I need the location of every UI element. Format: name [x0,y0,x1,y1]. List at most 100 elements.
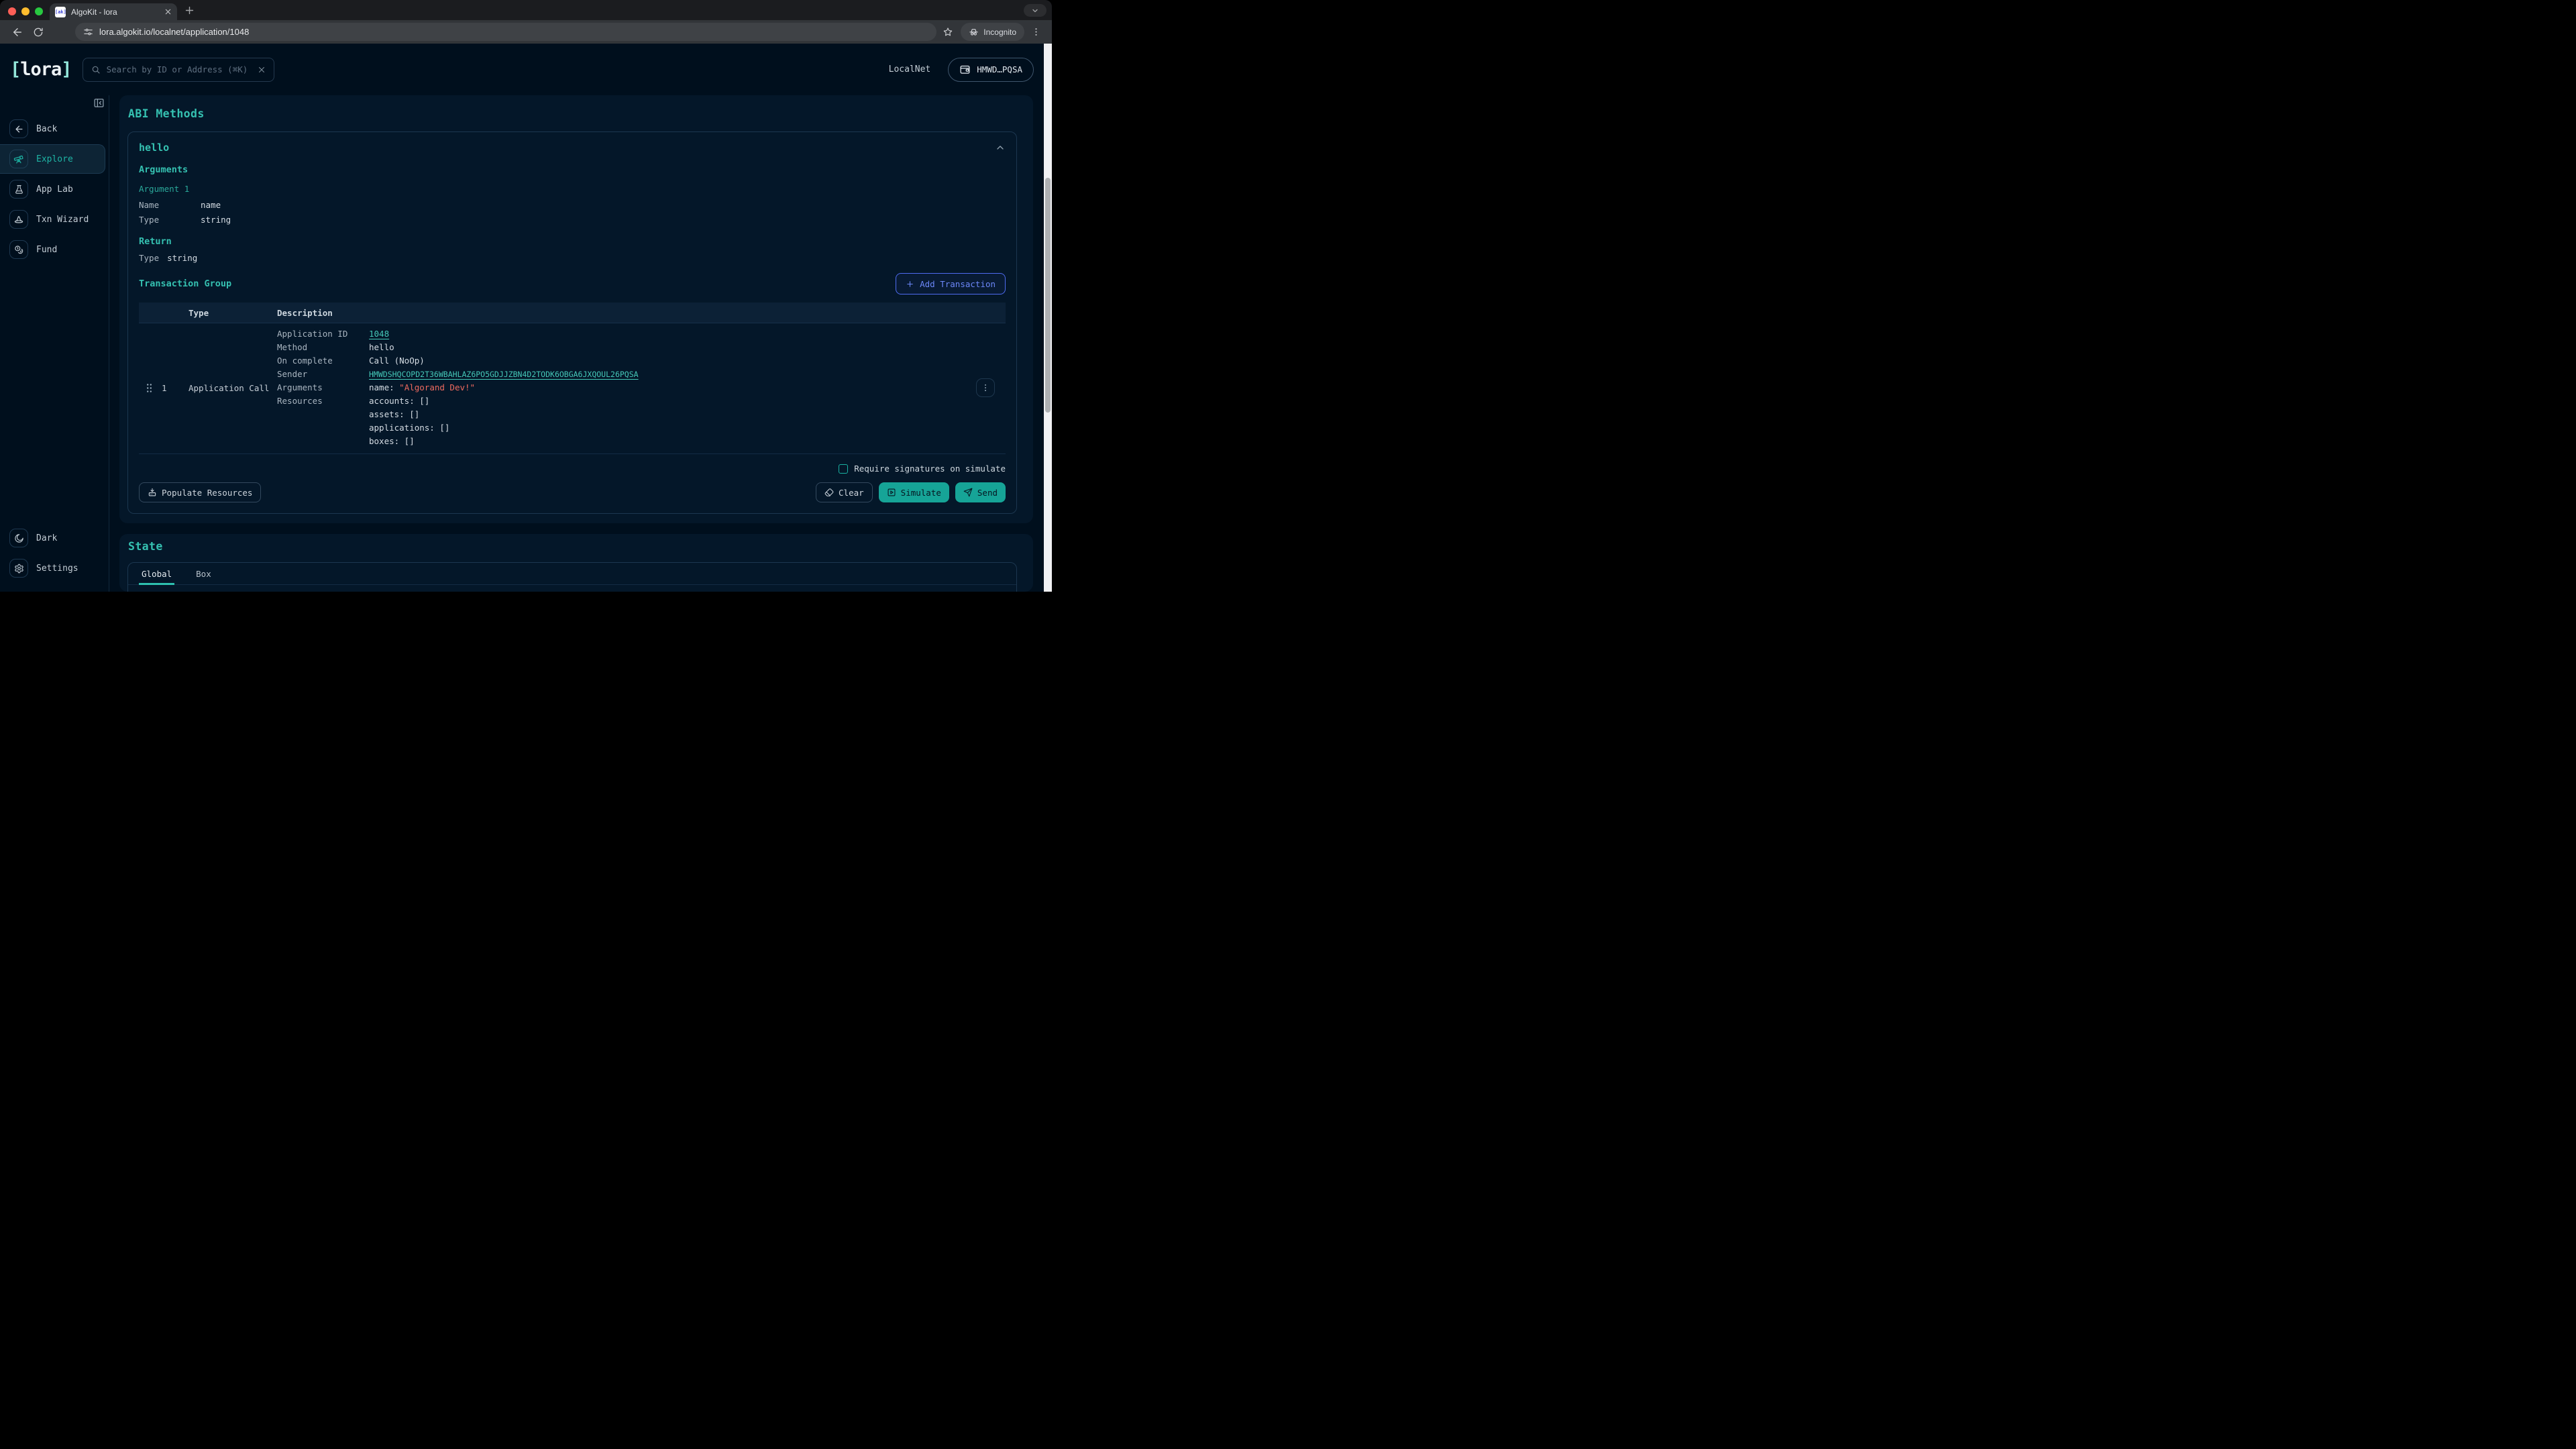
on-complete-label: On complete [277,354,369,368]
back-icon[interactable] [7,26,28,38]
traffic-lights [8,7,43,15]
browser-menu-icon[interactable] [1027,27,1045,37]
send-icon [963,488,973,497]
sidebar-collapse-icon[interactable] [93,97,105,109]
incognito-badge: Incognito [961,23,1024,41]
header-right: LocalNet HMWD…PQSA [889,58,1034,82]
resources-label: Resources [277,394,369,448]
lora-logo[interactable]: [lora] [10,59,72,80]
return-type-value: string [167,252,197,264]
column-description: Description [277,308,976,318]
tab-close-icon[interactable] [164,8,172,15]
wallet-icon [959,64,971,75]
address-bar[interactable]: lora.algokit.io/localnet/application/104… [75,23,936,41]
require-signatures-checkbox[interactable] [839,464,848,474]
arg-name-label: Name [139,199,201,211]
add-transaction-button[interactable]: Add Transaction [896,273,1006,294]
sidebar-nav: Back Explore App Lab [0,114,109,265]
sidebar-footer: Dark Settings [0,523,109,584]
lora-app: [lora] LocalNet HMWD…PQSA [0,44,1052,592]
app-id-link[interactable]: 1048 [369,329,389,339]
row-description: Application ID 1048 Method hello On comp… [277,327,976,448]
arguments-heading: Arguments [139,164,1006,175]
tab-favicon: [ak] [55,7,66,17]
resource-item: assets: [] [369,408,976,421]
state-tabs: Global Box [128,563,1016,585]
arrow-left-icon [9,119,28,138]
row-index: 1 [162,383,189,393]
search-box[interactable] [83,58,274,82]
row-type: Application Call [189,383,277,393]
sidebar-item-fund[interactable]: Fund [0,235,109,264]
table-header: Type Description [139,303,1006,323]
telescope-icon [9,150,28,168]
send-button[interactable]: Send [955,482,1006,502]
bookmark-star-icon[interactable] [936,27,959,38]
method-value: hello [369,341,976,354]
logo-bracket: [ [10,59,20,80]
new-tab-button[interactable] [184,5,195,16]
coins-icon [9,240,28,259]
populate-resources-button[interactable]: Populate Resources [139,482,261,502]
abi-methods-panel: ABI Methods hello Arguments Argument 1 N… [119,95,1033,523]
state-card: Global Box [127,562,1017,592]
abi-methods-title: ABI Methods [128,107,205,120]
browser-tab[interactable]: [ak] AlgoKit - lora [50,3,177,20]
arg-type-label: Type [139,214,201,225]
sidebar-item-back[interactable]: Back [0,114,109,144]
transaction-table: Type Description 1 Application Call Appl… [139,303,1006,454]
table-row[interactable]: 1 Application Call Application ID 1048 M… [139,323,1006,454]
method-label: Method [277,341,369,354]
resource-item: applications: [] [369,421,976,435]
tab-search-button[interactable] [1024,4,1046,17]
app-header: [lora] LocalNet HMWD…PQSA [0,44,1044,95]
browser-window: [ak] AlgoKit - lora lora.algokit.io/loca… [0,0,1052,592]
minimize-window-button[interactable] [21,7,30,15]
state-panel: State Global Box [119,534,1033,592]
sidebar-item-settings[interactable]: Settings [0,553,109,583]
scrollbar-thumb[interactable] [1045,178,1051,413]
state-title: State [128,540,163,553]
tune-icon[interactable] [83,27,93,37]
sender-label: Sender [277,368,369,381]
search-clear-icon[interactable] [258,66,266,74]
url-text: lora.algokit.io/localnet/application/104… [99,27,249,37]
argument-key: name: [369,382,394,392]
zoom-window-button[interactable] [35,7,43,15]
tab-title: AlgoKit - lora [71,7,159,17]
search-input[interactable] [107,64,252,74]
app-id-label: Application ID [277,327,369,341]
browser-toolbar: lora.algokit.io/localnet/application/104… [0,20,1052,44]
wallet-label: HMWD…PQSA [977,64,1022,74]
transaction-group-title: Transaction Group [139,278,231,289]
tab-global[interactable]: Global [139,569,174,585]
grip-vertical-icon[interactable] [146,383,162,393]
close-window-button[interactable] [8,7,16,15]
sidebar-item-explore[interactable]: Explore [0,144,105,174]
chevron-up-icon[interactable] [995,142,1006,153]
resource-item: boxes: [] [369,435,976,448]
scrollbar-track[interactable] [1044,44,1052,592]
argument-group-label: Argument 1 [139,184,1006,194]
network-label[interactable]: LocalNet [889,64,931,74]
tab-box[interactable]: Box [193,569,214,585]
wallet-button[interactable]: HMWD…PQSA [948,58,1034,82]
simulate-button[interactable]: Simulate [879,482,949,502]
clear-button[interactable]: Clear [816,482,873,502]
resource-item: accounts: [] [369,394,976,408]
sidebar: Back Explore App Lab [0,95,109,592]
sidebar-item-txn-wizard[interactable]: Txn Wizard [0,205,109,234]
download-icon [148,488,157,497]
require-signatures-label: Require signatures on simulate [854,464,1006,474]
argument-value: "Algorand Dev!" [399,382,475,392]
wizard-hat-icon [9,210,28,229]
sender-link[interactable]: HMWDSHQCOPD2T36WBAHLAZ6PO5GDJJZBN4D2TODK… [369,370,639,379]
resources-values: accounts: [] assets: [] applications: []… [369,394,976,448]
sidebar-item-app-lab[interactable]: App Lab [0,174,109,204]
on-complete-value: Call (NoOp) [369,354,976,368]
eraser-icon [824,488,834,497]
row-menu-button[interactable] [976,378,995,397]
sidebar-item-theme-dark[interactable]: Dark [0,523,109,553]
reload-icon[interactable] [28,27,48,38]
arguments-label: Arguments [277,381,369,394]
